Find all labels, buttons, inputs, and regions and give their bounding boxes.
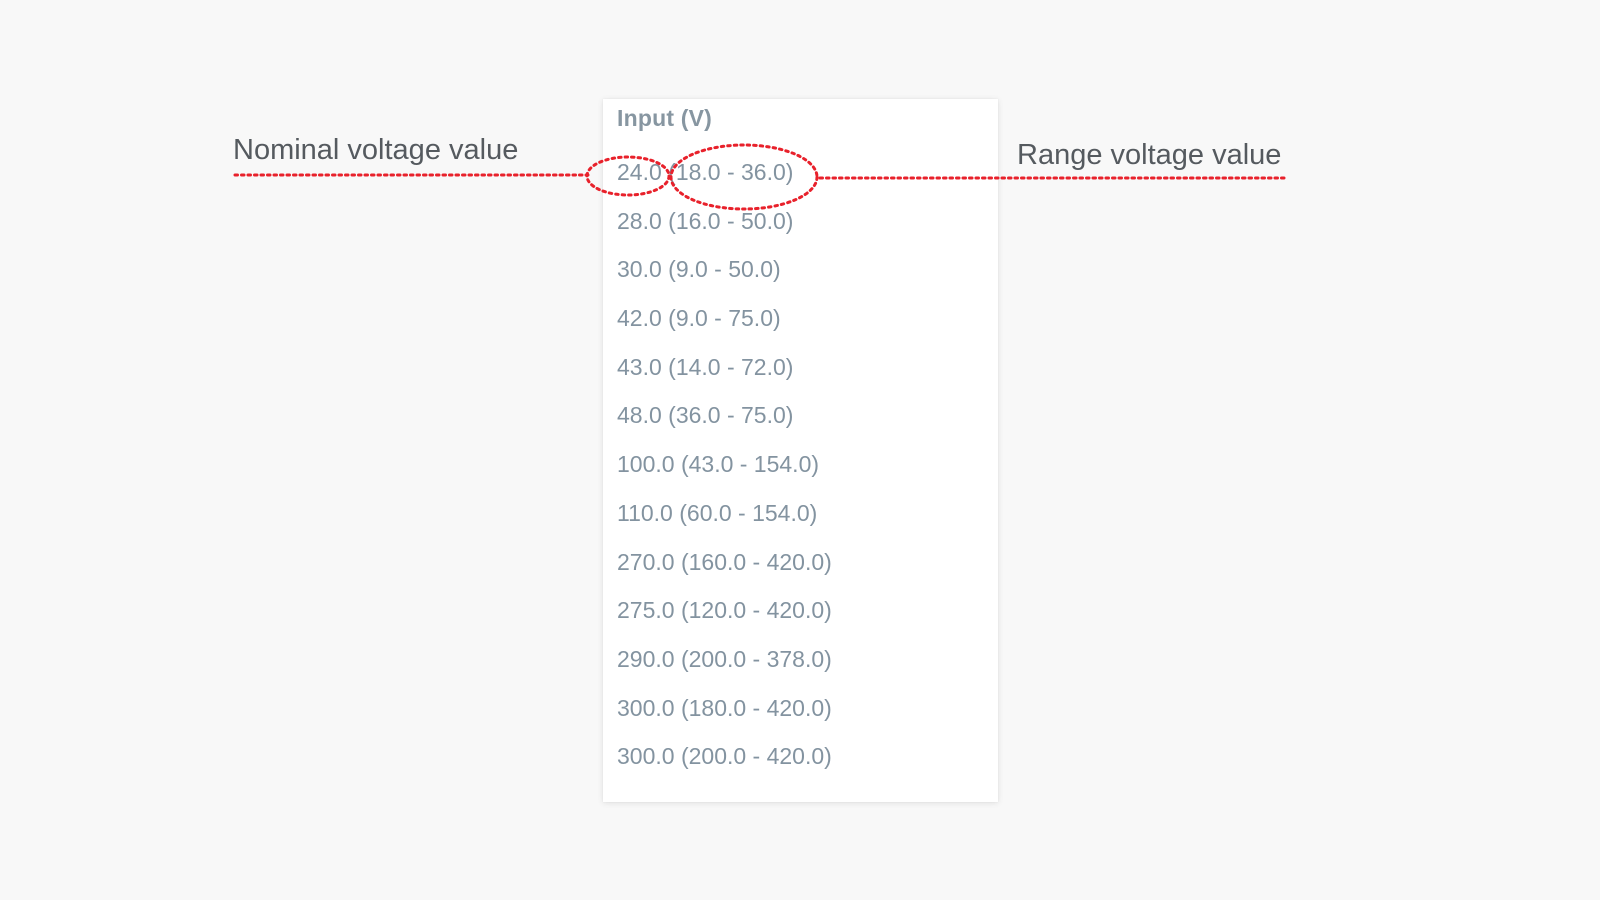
voltage-option[interactable]: 110.0 (60.0 - 154.0) — [617, 498, 832, 547]
voltage-option[interactable]: 300.0 (200.0 - 420.0) — [617, 741, 832, 790]
voltage-option[interactable]: 300.0 (180.0 - 420.0) — [617, 693, 832, 742]
voltage-option[interactable]: 43.0 (14.0 - 72.0) — [617, 352, 832, 401]
range-voltage-label: Range voltage value — [1017, 139, 1282, 171]
voltage-option[interactable]: 275.0 (120.0 - 420.0) — [617, 595, 832, 644]
voltage-option-list: 24.0 (18.0 - 36.0) 28.0 (16.0 - 50.0) 30… — [617, 157, 832, 790]
voltage-option[interactable]: 48.0 (36.0 - 75.0) — [617, 400, 832, 449]
voltage-option[interactable]: 42.0 (9.0 - 75.0) — [617, 303, 832, 352]
voltage-option[interactable]: 28.0 (16.0 - 50.0) — [617, 206, 832, 255]
voltage-option[interactable]: 270.0 (160.0 - 420.0) — [617, 547, 832, 596]
dropdown-header: Input (V) — [617, 105, 713, 131]
voltage-option[interactable]: 24.0 (18.0 - 36.0) — [617, 157, 832, 206]
voltage-option[interactable]: 290.0 (200.0 - 378.0) — [617, 644, 832, 693]
nominal-voltage-label: Nominal voltage value — [233, 134, 519, 166]
voltage-dropdown-panel: Input (V) 24.0 (18.0 - 36.0) 28.0 (16.0 … — [603, 99, 998, 802]
voltage-option[interactable]: 30.0 (9.0 - 50.0) — [617, 254, 832, 303]
voltage-option[interactable]: 100.0 (43.0 - 154.0) — [617, 449, 832, 498]
